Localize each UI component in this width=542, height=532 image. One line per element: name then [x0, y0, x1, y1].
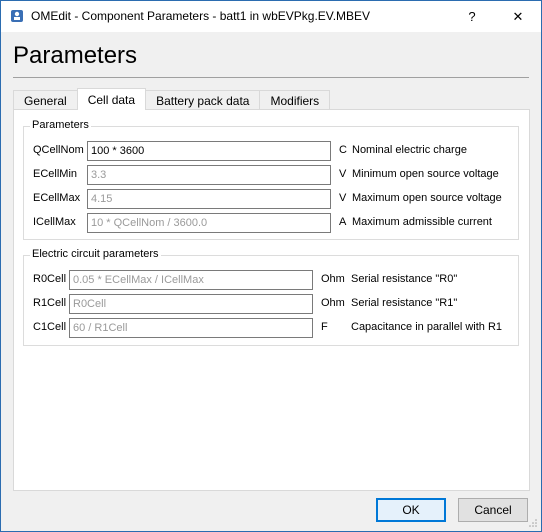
tab-general[interactable]: General [13, 90, 78, 110]
param-row-r1cell: R1Cell R0Cell Ohm Serial resistance "R1" [24, 294, 520, 314]
param-unit: Ohm [321, 273, 345, 285]
param-unit: F [321, 321, 328, 333]
page-title: Parameters [13, 42, 138, 69]
tab-label: Cell data [87, 92, 136, 107]
param-label: ICellMax [33, 216, 76, 228]
tab-cell-data[interactable]: Cell data [76, 88, 147, 110]
close-icon: ✕ [512, 8, 524, 24]
title-bar[interactable]: OMEdit - Component Parameters - batt1 in… [1, 1, 541, 32]
param-row-ecellmin: ECellMin 3.3 V Minimum open source volta… [24, 165, 520, 185]
param-description: Serial resistance "R1" [351, 297, 458, 309]
group-title: Parameters [30, 119, 91, 131]
param-label: ECellMax [33, 192, 81, 204]
param-unit: V [339, 192, 347, 204]
electric-circuit-group: Electric circuit parameters R0Cell 0.05 … [23, 248, 520, 346]
param-unit: A [339, 216, 347, 228]
param-unit: Ohm [321, 297, 345, 309]
r1cell-input[interactable]: R0Cell [69, 294, 313, 314]
tab-panel-cell-data: Parameters QCellNom 100 * 3600 C Nominal… [13, 109, 530, 491]
tab-battery-pack-data[interactable]: Battery pack data [145, 90, 261, 110]
param-row-ecellmax: ECellMax 4.15 V Maximum open source volt… [24, 189, 520, 209]
param-label: ECellMin [33, 168, 78, 180]
param-description: Nominal electric charge [352, 144, 467, 156]
param-row-qcellnom: QCellNom 100 * 3600 C Nominal electric c… [24, 141, 520, 161]
ecellmax-input[interactable]: 4.15 [87, 189, 331, 209]
param-label: QCellNom [33, 144, 84, 156]
icellmax-input[interactable]: 10 * QCellNom / 3600.0 [87, 213, 331, 233]
close-button[interactable]: ✕ [495, 1, 541, 32]
dialog-window: OMEdit - Component Parameters - batt1 in… [0, 0, 542, 532]
omedit-app-icon [11, 10, 23, 22]
tab-label: Battery pack data [156, 93, 250, 108]
param-description: Maximum admissible current [352, 216, 492, 228]
ok-button[interactable]: OK [376, 498, 446, 522]
resize-grip-icon[interactable] [528, 518, 538, 528]
param-unit: C [339, 144, 347, 156]
param-row-c1cell: C1Cell 60 / R1Cell F Capacitance in para… [24, 318, 520, 338]
r0cell-input[interactable]: 0.05 * ECellMax / ICellMax [69, 270, 313, 290]
tab-label: General [24, 93, 67, 108]
param-description: Capacitance in parallel with R1 [351, 321, 503, 333]
parameters-group: Parameters QCellNom 100 * 3600 C Nominal… [23, 119, 520, 240]
tab-modifiers[interactable]: Modifiers [259, 90, 331, 110]
param-description: Minimum open source voltage [352, 168, 499, 180]
param-label: R0Cell [33, 273, 67, 285]
param-description: Serial resistance "R0" [351, 273, 458, 285]
param-row-icellmax: ICellMax 10 * QCellNom / 3600.0 A Maximu… [24, 213, 520, 233]
ecellmin-input[interactable]: 3.3 [87, 165, 331, 185]
window-title: OMEdit - Component Parameters - batt1 in… [31, 9, 371, 23]
cancel-button[interactable]: Cancel [458, 498, 528, 522]
tab-label: Modifiers [270, 93, 320, 108]
heading-divider [13, 77, 529, 78]
param-unit: V [339, 168, 347, 180]
help-button[interactable]: ? [449, 1, 495, 32]
help-icon: ? [468, 9, 476, 24]
param-row-r0cell: R0Cell 0.05 * ECellMax / ICellMax Ohm Se… [24, 270, 520, 290]
c1cell-input[interactable]: 60 / R1Cell [69, 318, 313, 338]
param-label: R1Cell [33, 297, 67, 309]
param-label: C1Cell [33, 321, 67, 333]
tab-bar: General Cell data Battery pack data Modi… [13, 88, 331, 110]
qcellnom-input[interactable]: 100 * 3600 [87, 141, 331, 161]
group-title: Electric circuit parameters [30, 248, 161, 260]
param-description: Maximum open source voltage [352, 192, 502, 204]
